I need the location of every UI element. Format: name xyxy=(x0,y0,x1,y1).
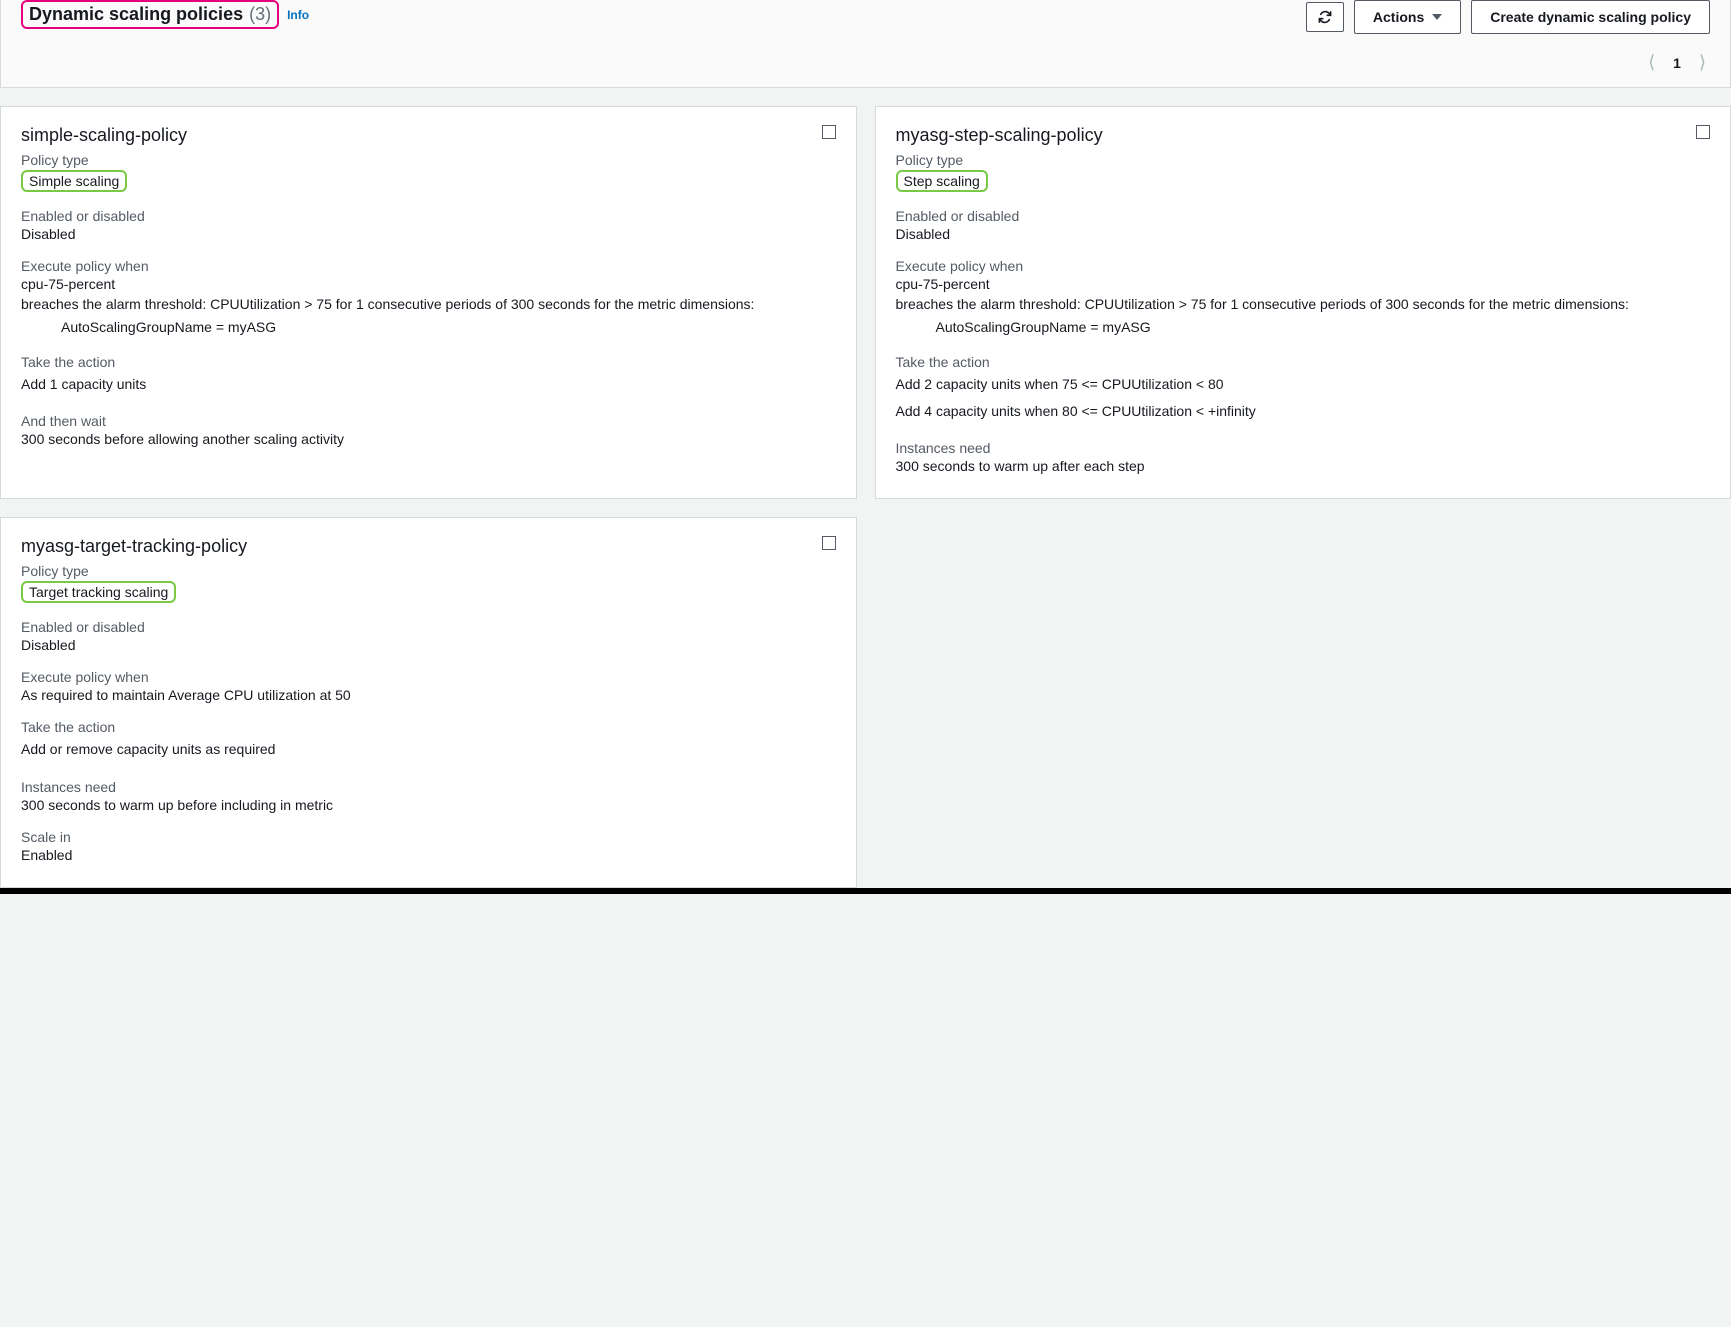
cards-area: simple-scaling-policy Policy type Simple… xyxy=(0,88,1731,888)
policy-type-label: Policy type xyxy=(21,563,836,579)
refresh-button[interactable] xyxy=(1306,2,1344,32)
actions-dropdown-button[interactable]: Actions xyxy=(1354,0,1461,34)
execute-threshold-text: breaches the alarm threshold: CPUUtiliza… xyxy=(896,294,1711,315)
chevron-down-icon xyxy=(1432,14,1442,20)
policy-type-label: Policy type xyxy=(21,152,836,168)
actions-label: Actions xyxy=(1373,7,1424,27)
action-line: Add 4 capacity units when 80 <= CPUUtili… xyxy=(896,399,1711,424)
enabled-label: Enabled or disabled xyxy=(896,208,1711,224)
policy-card: myasg-step-scaling-policy Policy type St… xyxy=(875,106,1731,499)
action-line: Add 2 capacity units when 75 <= CPUUtili… xyxy=(896,372,1711,397)
instances-need-label: Instances need xyxy=(896,440,1711,456)
page-number: 1 xyxy=(1673,55,1681,71)
then-wait-value: 300 seconds before allowing another scal… xyxy=(21,431,836,447)
enabled-label: Enabled or disabled xyxy=(21,619,836,635)
execute-value: As required to maintain Average CPU util… xyxy=(21,687,836,703)
enabled-value: Disabled xyxy=(21,226,836,242)
execute-dimension: AutoScalingGroupName = myASG xyxy=(896,317,1711,338)
execute-when-label: Execute policy when xyxy=(896,258,1711,274)
instances-need-value: 300 seconds to warm up before including … xyxy=(21,797,836,813)
execute-when-label: Execute policy when xyxy=(21,258,836,274)
policy-card: simple-scaling-policy Policy type Simple… xyxy=(0,106,857,499)
select-checkbox[interactable] xyxy=(822,536,836,550)
execute-alarm-name: cpu-75-percent xyxy=(896,276,1711,292)
execute-threshold-text: breaches the alarm threshold: CPUUtiliza… xyxy=(21,294,836,315)
enabled-label: Enabled or disabled xyxy=(21,208,836,224)
enabled-value: Disabled xyxy=(21,637,836,653)
select-checkbox[interactable] xyxy=(1696,125,1710,139)
instances-need-value: 300 seconds to warm up after each step xyxy=(896,458,1711,474)
policy-type-value: Step scaling xyxy=(896,170,988,192)
prev-page-icon[interactable]: ⟨ xyxy=(1648,52,1655,73)
header-panel: Dynamic scaling policies (3) Info Action… xyxy=(0,0,1731,88)
policy-name: simple-scaling-policy xyxy=(21,125,187,146)
policy-name: myasg-target-tracking-policy xyxy=(21,536,247,557)
policy-count: (3) xyxy=(249,4,271,25)
enabled-value: Disabled xyxy=(896,226,1711,242)
page-title: Dynamic scaling policies xyxy=(29,4,243,25)
pagination: ⟨ 1 ⟩ xyxy=(21,52,1710,73)
policy-card: myasg-target-tracking-policy Policy type… xyxy=(0,517,857,887)
bottom-border xyxy=(0,888,1731,894)
policy-type-value: Simple scaling xyxy=(21,170,127,192)
info-link[interactable]: Info xyxy=(287,8,309,22)
scale-in-value: Enabled xyxy=(21,847,836,863)
action-line: Add or remove capacity units as required xyxy=(21,737,836,762)
then-wait-label: And then wait xyxy=(21,413,836,429)
policy-type-value: Target tracking scaling xyxy=(21,581,176,603)
instances-need-label: Instances need xyxy=(21,779,836,795)
next-page-icon[interactable]: ⟩ xyxy=(1699,52,1706,73)
policy-type-label: Policy type xyxy=(896,152,1711,168)
take-action-label: Take the action xyxy=(21,719,836,735)
refresh-icon xyxy=(1317,9,1333,25)
execute-when-label: Execute policy when xyxy=(21,669,836,685)
execute-dimension: AutoScalingGroupName = myASG xyxy=(21,317,836,338)
select-checkbox[interactable] xyxy=(822,125,836,139)
scale-in-label: Scale in xyxy=(21,829,836,845)
page-title-box: Dynamic scaling policies (3) xyxy=(21,0,279,29)
policy-name: myasg-step-scaling-policy xyxy=(896,125,1103,146)
execute-alarm-name: cpu-75-percent xyxy=(21,276,836,292)
action-line: Add 1 capacity units xyxy=(21,372,836,397)
take-action-label: Take the action xyxy=(896,354,1711,370)
take-action-label: Take the action xyxy=(21,354,836,370)
create-policy-button[interactable]: Create dynamic scaling policy xyxy=(1471,0,1710,34)
